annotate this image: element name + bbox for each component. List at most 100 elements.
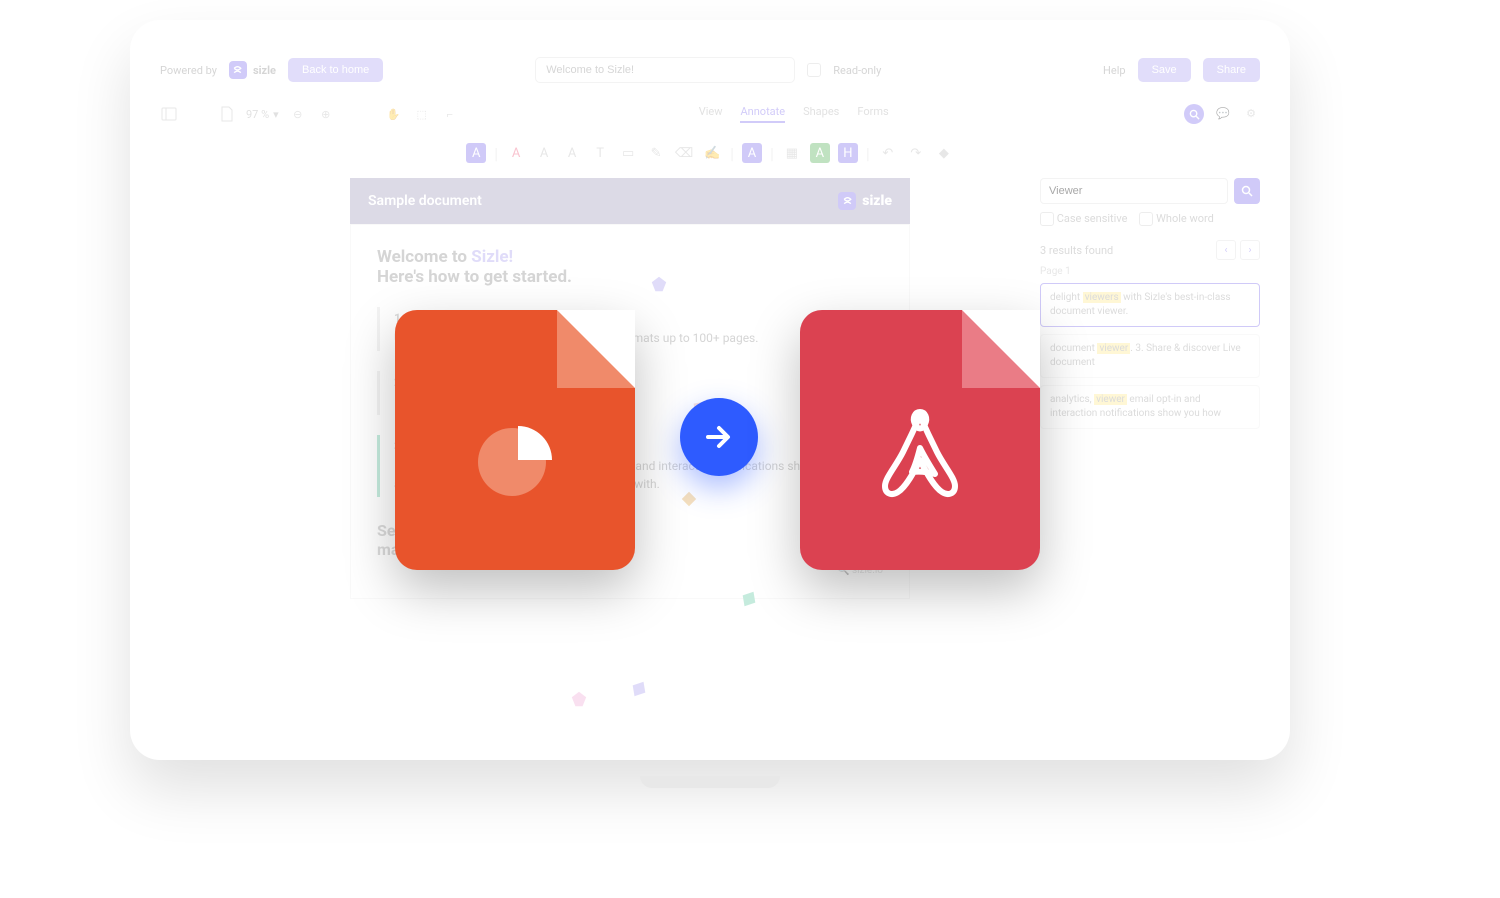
section-body: Live document analytics, viewer email op…: [394, 457, 883, 493]
document-footer: Secure sharing, made simple.: [377, 521, 883, 559]
text: with Sizle's best-in-class document view…: [1050, 292, 1231, 317]
footer-line2-prefix: made: [377, 540, 421, 559]
section-heading: 3. Share & discover: [394, 439, 883, 453]
highlight-purple-icon[interactable]: H: [838, 143, 858, 163]
decorative-shape: [630, 680, 648, 698]
settings-icon[interactable]: ⚙: [1242, 104, 1260, 122]
signature-tool-icon[interactable]: ✍: [702, 143, 722, 163]
highlighted-text: viewer: [528, 459, 567, 473]
strikethrough-tool-icon[interactable]: A: [562, 143, 582, 163]
tab-annotate[interactable]: Annotate: [740, 105, 785, 123]
match: viewers: [1083, 292, 1121, 303]
tab-shapes[interactable]: Shapes: [803, 105, 839, 123]
label: Whole word: [1156, 212, 1214, 225]
highlight-yellow-icon[interactable]: A: [742, 143, 762, 163]
back-to-home-button[interactable]: Back to home: [288, 58, 383, 82]
document-title-input[interactable]: [535, 57, 795, 83]
section-body: Edit pages faster with Sizle's: [394, 393, 883, 411]
search-result[interactable]: delight viewers with Sizle's best-in-cla…: [1040, 283, 1260, 327]
url-text: sizle.io: [852, 565, 883, 576]
text: . 3. Share & discover Live document: [1050, 343, 1241, 368]
crop-tool-icon[interactable]: ⌐: [441, 105, 459, 123]
whole-word-option[interactable]: Whole word: [1139, 212, 1213, 226]
label: Case sensitive: [1057, 212, 1128, 225]
pen-tool-icon[interactable]: ✎: [646, 143, 666, 163]
doc-section-2: 2. Edit pages faster Edit pages faster w…: [377, 371, 883, 415]
zoom-out-icon[interactable]: ⊖: [289, 105, 307, 123]
next-result-button[interactable]: ›: [1240, 240, 1260, 260]
comment-icon[interactable]: 💬: [1214, 104, 1232, 122]
text: email opt-in and interaction notificatio…: [1050, 394, 1221, 419]
search-result[interactable]: document viewer. 3. Share & discover Liv…: [1040, 334, 1260, 378]
rectangle-tool-icon[interactable]: ▭: [618, 143, 638, 163]
text: document: [1050, 343, 1097, 354]
powered-by-label: Powered by: [160, 64, 217, 77]
panel-toggle-icon[interactable]: [160, 105, 178, 123]
brand-name: sizle: [862, 193, 892, 209]
text: delight: [1050, 292, 1083, 303]
footer-line1: Secure sharing,: [377, 521, 489, 540]
redo-icon[interactable]: ↷: [906, 143, 926, 163]
brand-logo: sizle: [229, 61, 276, 79]
highlight-tool-icon[interactable]: A: [466, 143, 486, 163]
decorative-shape: [690, 400, 708, 418]
share-button[interactable]: Share: [1203, 58, 1260, 82]
readonly-checkbox[interactable]: [807, 63, 821, 77]
match: viewer: [1094, 394, 1127, 405]
document-brand: sizle: [838, 192, 892, 210]
topbar: Powered by sizle Back to home Read-only …: [160, 50, 1260, 90]
highlight-green-icon[interactable]: A: [810, 143, 830, 163]
save-button[interactable]: Save: [1138, 58, 1191, 82]
zoom-in-icon[interactable]: ⊕: [317, 105, 335, 123]
section-heading: 1. Upload documents quickly: [394, 311, 883, 325]
page-label: Page 1: [1040, 266, 1260, 277]
tab-view[interactable]: View: [699, 105, 723, 123]
search-result[interactable]: analytics, viewer email opt-in and inter…: [1040, 385, 1260, 429]
search-submit-button[interactable]: [1234, 178, 1260, 204]
eraser-tool-icon[interactable]: ⌫: [674, 143, 694, 163]
document-body: Welcome to Sizle! Here's how to get star…: [350, 224, 910, 599]
laptop-notch: [640, 776, 780, 788]
match: viewer: [1097, 343, 1130, 354]
laptop-frame: Powered by sizle Back to home Read-only …: [130, 20, 1290, 818]
prev-result-button[interactable]: ‹: [1216, 240, 1236, 260]
document-header-title: Sample document: [368, 193, 482, 209]
text: email opt-in and interaction notificatio…: [394, 459, 863, 491]
text-tool-icon[interactable]: T: [590, 143, 610, 163]
tab-forms[interactable]: Forms: [857, 105, 888, 123]
underline-tool-icon[interactable]: A: [534, 143, 554, 163]
document-header: Sample document sizle: [350, 178, 910, 224]
select-tool-icon[interactable]: ⬚: [413, 105, 431, 123]
undo-icon[interactable]: ↶: [878, 143, 898, 163]
hand-tool-icon[interactable]: ✋: [385, 105, 403, 123]
doc-title-prefix: Welcome to: [377, 247, 471, 267]
section-heading: 2. Edit pages faster: [394, 375, 883, 389]
search-panel: Case sensitive Whole word 3 results foun…: [1040, 178, 1260, 738]
zoom-value: 97 %: [246, 108, 269, 121]
results-header: 3 results found ‹ ›: [1040, 240, 1260, 260]
mode-tabs: View Annotate Shapes Forms: [699, 105, 889, 123]
brand-icon: [838, 192, 856, 210]
fill-tool-icon[interactable]: ▦: [782, 143, 802, 163]
text: analytics,: [1050, 394, 1094, 405]
text-color-tool-icon[interactable]: A: [506, 143, 526, 163]
annotation-toolbar: A | A A A T ▭ ✎ ⌫ ✍ | A | ▦ A H | ↶ ↷ ◆: [160, 138, 1260, 168]
laptop-screen: Powered by sizle Back to home Read-only …: [130, 20, 1290, 760]
chevron-down-icon: ▾: [273, 108, 279, 121]
search-icon[interactable]: [1184, 104, 1204, 124]
clear-tool-icon[interactable]: ◆: [934, 143, 954, 163]
document-url: 🔍 sizle.io: [377, 565, 883, 576]
page-icon[interactable]: [218, 105, 236, 123]
search-input[interactable]: [1040, 178, 1228, 204]
decorative-shape: [740, 590, 758, 608]
main-toolbar: 97 % ▾ ⊖ ⊕ ✋ ⬚ ⌐ View Annotate Shapes Fo…: [160, 96, 1260, 132]
canvas: Sample document sizle Welcome to Sizle! …: [160, 178, 1260, 738]
help-link[interactable]: Help: [1103, 64, 1126, 77]
doc-subtitle: Here's how to get started.: [377, 267, 572, 287]
zoom-control[interactable]: 97 % ▾: [246, 108, 279, 121]
editor-ui: Powered by sizle Back to home Read-only …: [160, 50, 1260, 730]
results-count: 3 results found: [1040, 244, 1113, 257]
section-body: Upload documents quickly in different fi…: [394, 329, 883, 347]
case-sensitive-option[interactable]: Case sensitive: [1040, 212, 1127, 226]
footer-line2-accent: simple.: [421, 540, 474, 559]
